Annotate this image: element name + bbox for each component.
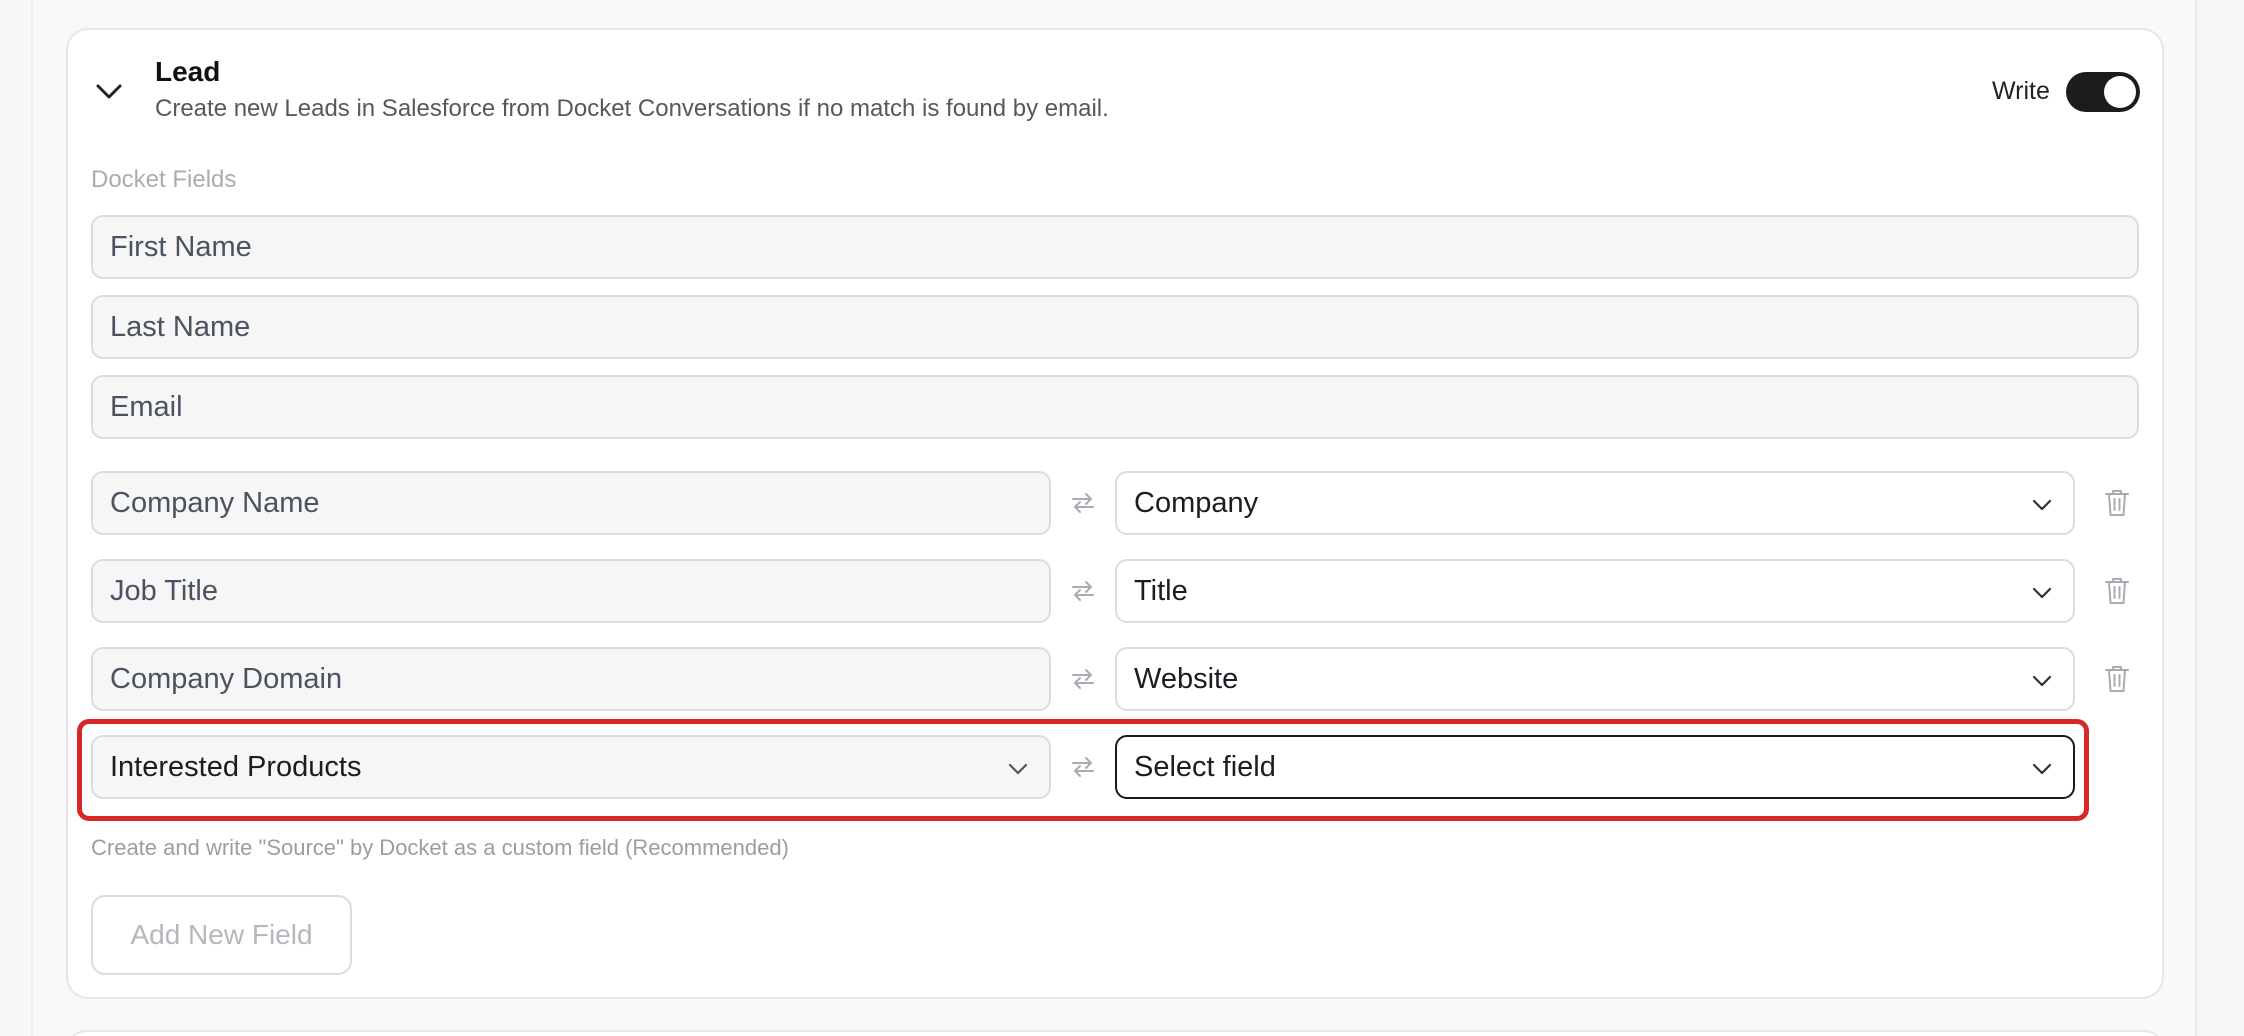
chevron-down-icon — [2032, 763, 2052, 775]
chevron-down-icon — [2032, 587, 2052, 599]
trash-icon[interactable] — [2103, 576, 2131, 606]
add-new-field-button[interactable]: Add New Field — [91, 895, 352, 975]
swap-arrows-icon — [1072, 493, 1094, 513]
field-value: Email — [110, 390, 183, 423]
trash-icon[interactable] — [2103, 664, 2131, 694]
salesforce-field-select-title[interactable]: Title — [1115, 559, 2075, 623]
docket-fields-label: Docket Fields — [91, 166, 237, 193]
swap-arrows-icon — [1072, 669, 1094, 689]
select-value: Title — [1134, 574, 1188, 607]
first-name-field: First Name — [91, 215, 2139, 279]
swap-arrows-icon — [1072, 757, 1094, 777]
email-field: Email — [91, 375, 2139, 439]
salesforce-field-select-website[interactable]: Website — [1115, 647, 2075, 711]
select-placeholder: Select field — [1134, 750, 1276, 783]
chevron-down-icon — [2032, 499, 2052, 511]
chevron-down-icon — [96, 84, 122, 99]
field-value: Company Domain — [110, 662, 343, 695]
field-value: First Name — [110, 230, 252, 263]
docket-field-company-domain: Company Domain — [91, 647, 1051, 711]
collapse-toggle[interactable] — [90, 78, 128, 106]
write-label: Write — [1992, 77, 2050, 105]
select-value: Interested Products — [110, 750, 362, 783]
last-name-field: Last Name — [91, 295, 2139, 359]
next-section-card — [66, 1030, 2164, 1036]
toggle-knob — [2104, 76, 2136, 108]
chevron-down-icon — [2032, 675, 2052, 687]
section-description: Create new Leads in Salesforce from Dock… — [155, 95, 1109, 122]
docket-field-company-name: Company Name — [91, 471, 1051, 535]
source-field-hint: Create and write "Source" by Docket as a… — [91, 835, 789, 860]
trash-icon[interactable] — [2103, 488, 2131, 518]
select-value: Company — [1134, 486, 1259, 519]
section-title: Lead — [155, 56, 221, 87]
field-value: Last Name — [110, 310, 251, 343]
field-value: Job Title — [110, 574, 218, 607]
docket-field-job-title: Job Title — [91, 559, 1051, 623]
salesforce-field-select-company[interactable]: Company — [1115, 471, 2075, 535]
write-toggle[interactable] — [2066, 72, 2140, 112]
select-value: Website — [1134, 662, 1239, 695]
docket-field-select-interested-products[interactable]: Interested Products — [91, 735, 1051, 799]
field-value: Company Name — [110, 486, 320, 519]
salesforce-field-select-new[interactable]: Select field — [1115, 735, 2075, 799]
chevron-down-icon — [1008, 763, 1028, 775]
swap-arrows-icon — [1072, 581, 1094, 601]
